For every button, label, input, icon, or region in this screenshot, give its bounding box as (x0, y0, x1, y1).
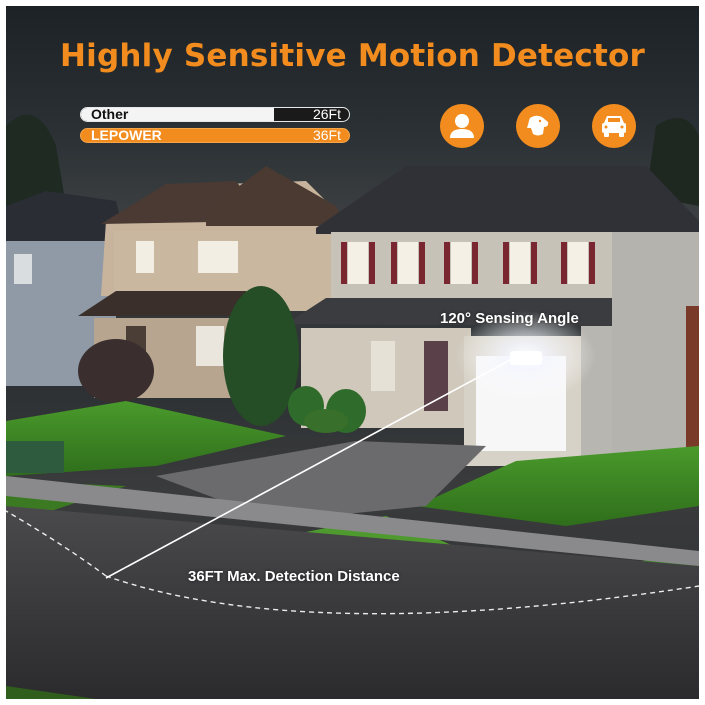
other-range-bar: Other 26Ft (80, 107, 350, 122)
person-icon (440, 104, 484, 148)
other-label: Other (91, 106, 129, 122)
lepower-label: LEPOWER (91, 127, 162, 143)
product-banner: Highly Sensitive Motion Detector Other 2… (6, 6, 699, 699)
lepower-range-bar: LEPOWER 36Ft (80, 128, 350, 143)
lepower-value: 36Ft (312, 127, 341, 143)
other-value: 26Ft (312, 106, 341, 122)
sensing-angle-label: 120° Sensing Angle (440, 310, 579, 327)
headline: Highly Sensitive Motion Detector (60, 38, 645, 74)
car-icon (592, 104, 636, 148)
detection-distance-label: 36FT Max. Detection Distance (188, 568, 400, 585)
dog-icon (516, 104, 560, 148)
